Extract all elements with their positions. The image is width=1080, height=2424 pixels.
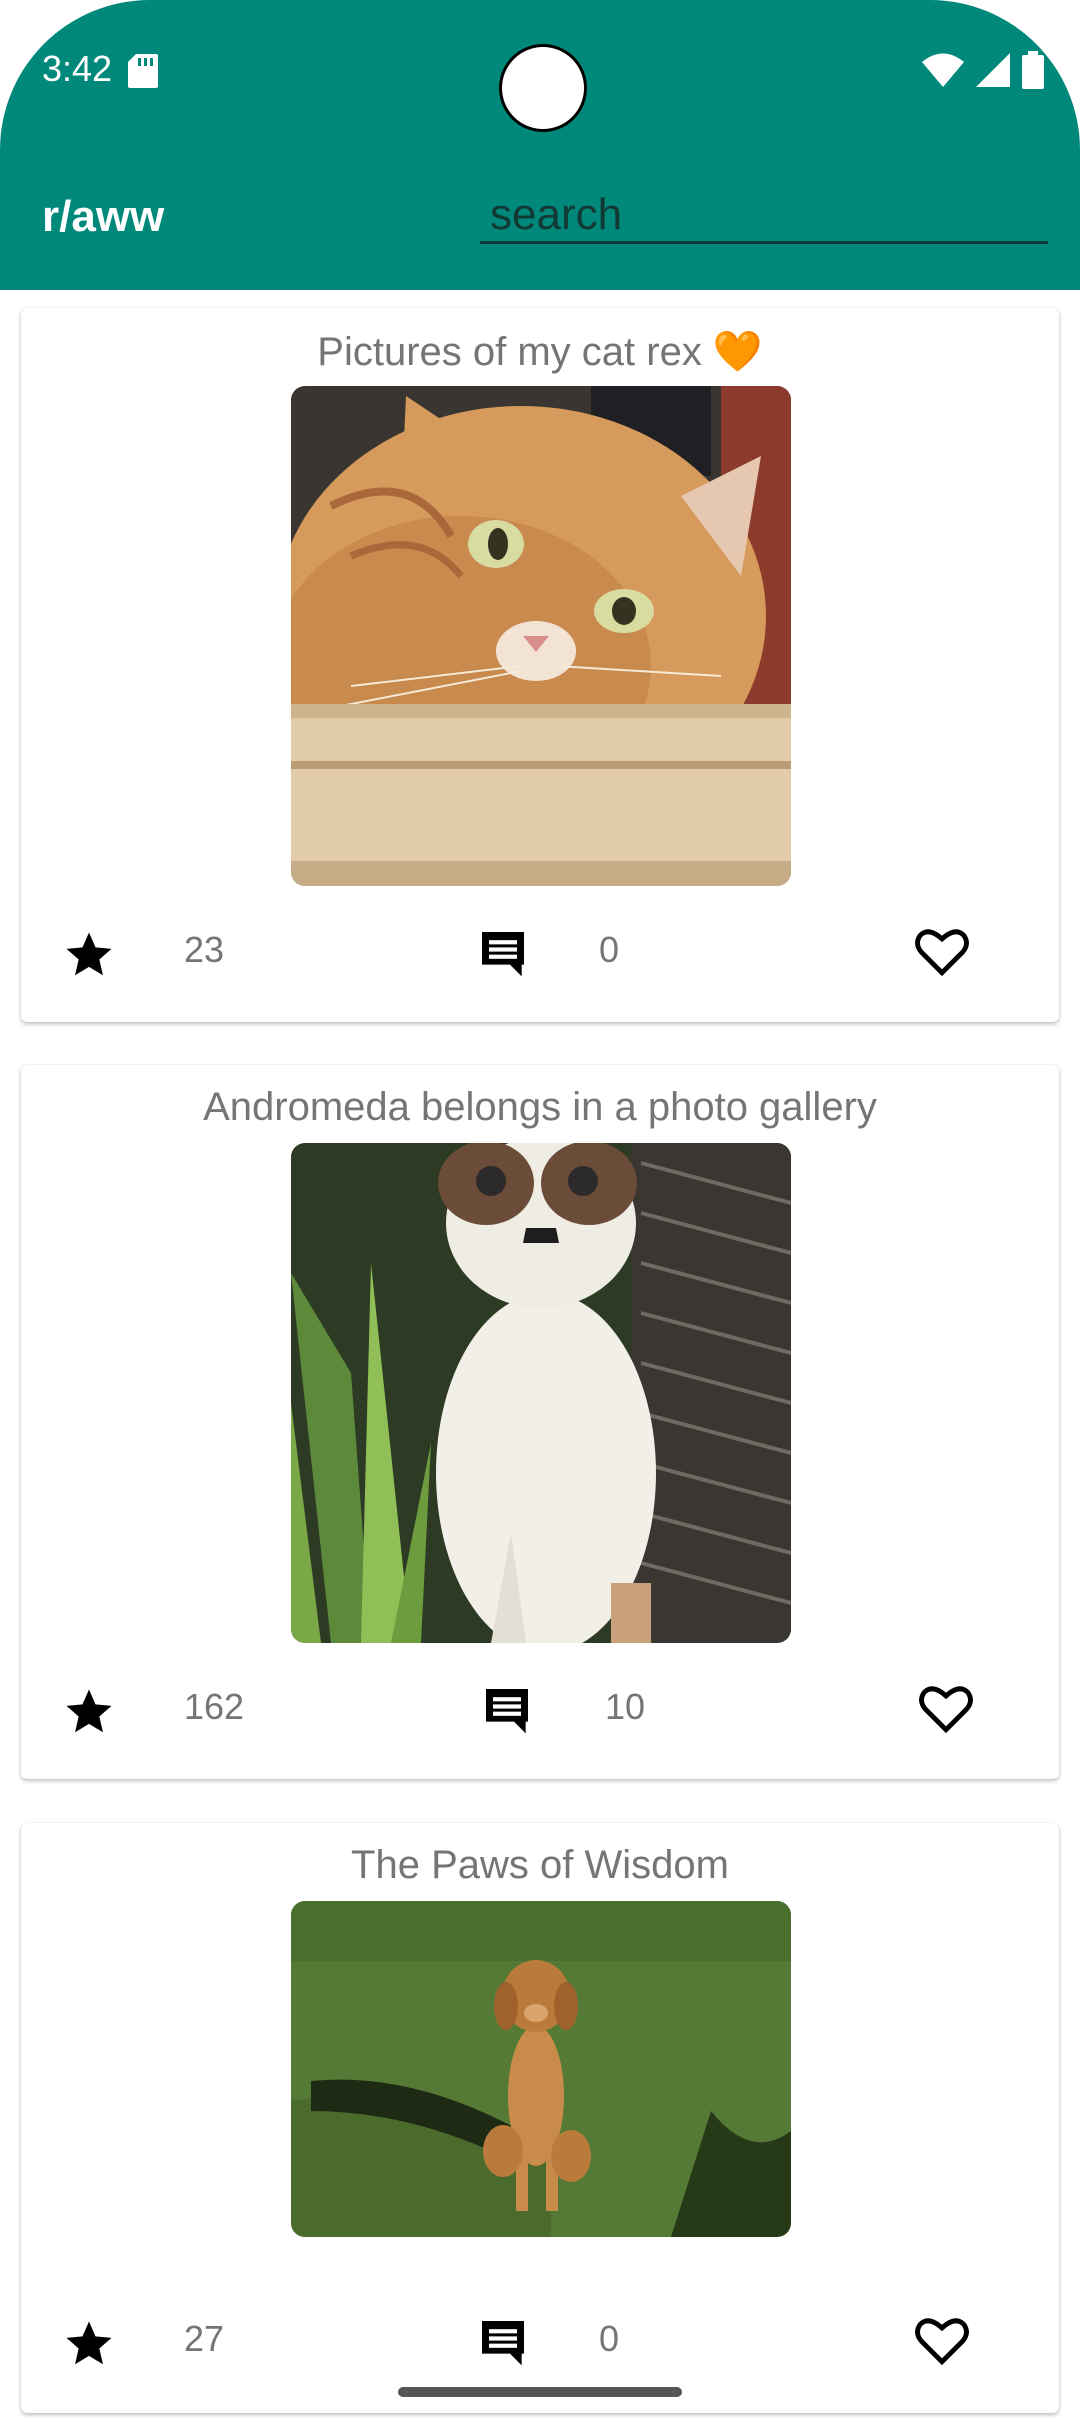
- home-indicator[interactable]: [398, 2387, 682, 2397]
- post-title: The Paws of Wisdom: [351, 1843, 729, 1887]
- search-input[interactable]: [480, 188, 1048, 244]
- dog-photo: [291, 1901, 791, 2237]
- sd-card-icon: [128, 54, 158, 88]
- wifi-icon: [922, 53, 964, 87]
- comment-icon[interactable]: [479, 1682, 535, 1738]
- comment-icon[interactable]: [475, 925, 531, 981]
- post-card[interactable]: Andromeda belongs in a photo gallery 162…: [21, 1065, 1059, 1779]
- app-title: r/aww: [42, 192, 165, 241]
- post-image[interactable]: [291, 1143, 791, 1643]
- comment-count: 0: [599, 2318, 620, 2359]
- star-count: 23: [184, 929, 225, 970]
- post-title: Andromeda belongs in a photo gallery: [203, 1085, 877, 1129]
- post-card[interactable]: Pictures of my cat rex 🧡 23 0: [21, 308, 1059, 1022]
- status-time: 3:42: [42, 48, 113, 89]
- phone-screen: 3:42 r/aww Pictures of my cat rex 🧡: [0, 0, 1080, 2424]
- post-image[interactable]: [291, 1901, 791, 2237]
- comment-icon[interactable]: [475, 2314, 531, 2370]
- post-card[interactable]: The Paws of Wisdom 27 0: [21, 1823, 1059, 2413]
- comment-count: 0: [599, 929, 620, 970]
- heart-icon[interactable]: [913, 2313, 971, 2367]
- star-count: 162: [184, 1686, 245, 1727]
- star-icon[interactable]: [61, 2317, 117, 2371]
- cat-photo: [291, 386, 791, 886]
- star-icon[interactable]: [61, 928, 117, 982]
- heart-icon[interactable]: [917, 1681, 975, 1735]
- status-icons: [922, 50, 1044, 90]
- app-bar: 3:42 r/aww: [0, 0, 1080, 290]
- post-title: Pictures of my cat rex 🧡: [317, 330, 763, 374]
- cell-signal-icon: [976, 53, 1010, 87]
- star-icon[interactable]: [61, 1685, 117, 1739]
- post-image[interactable]: [291, 386, 791, 886]
- heart-icon[interactable]: [913, 924, 971, 978]
- battery-icon: [1022, 51, 1044, 89]
- comment-count: 10: [605, 1686, 646, 1727]
- star-count: 27: [184, 2318, 225, 2359]
- cat-photo: [291, 1143, 791, 1643]
- camera-cutout: [499, 44, 587, 132]
